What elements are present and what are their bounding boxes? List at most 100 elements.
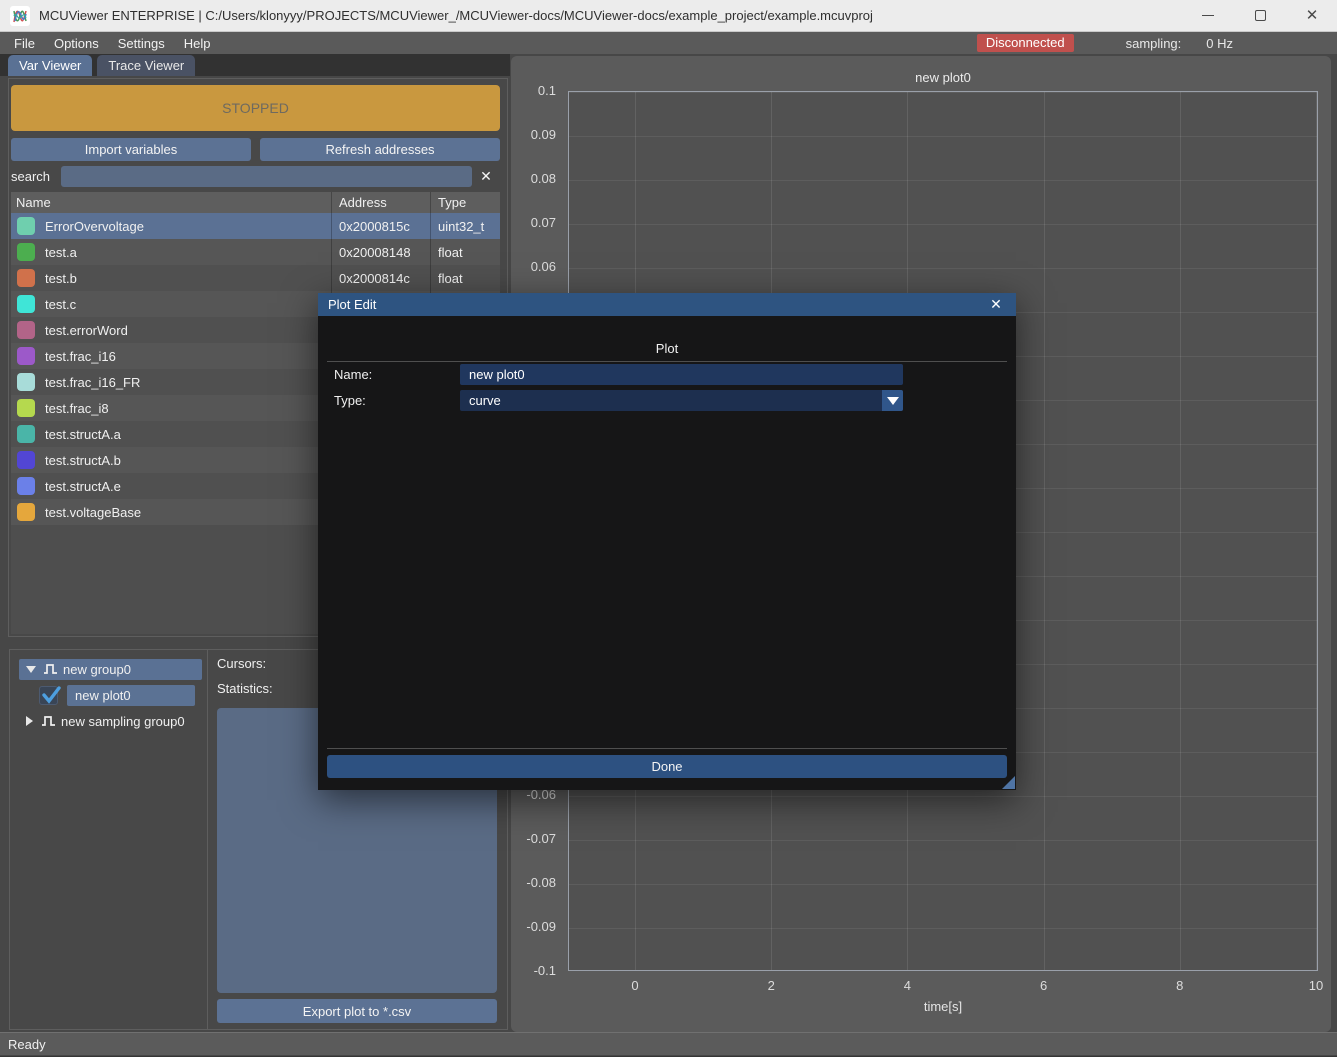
- plot-type-value: curve: [460, 393, 882, 408]
- variable-color-swatch[interactable]: [17, 243, 35, 261]
- import-variables-button[interactable]: Import variables: [11, 138, 251, 161]
- close-icon: ✕: [1306, 8, 1319, 23]
- pulse-wave-icon: [41, 714, 57, 728]
- plot-visible-checkbox[interactable]: [39, 686, 58, 705]
- app-window: MCUViewer ENTERPRISE | C:/Users/klonyyy/…: [0, 0, 1337, 1057]
- search-label: search: [11, 169, 50, 184]
- plot-name-input[interactable]: [460, 364, 903, 385]
- variable-color-swatch[interactable]: [17, 399, 35, 417]
- variable-color-swatch[interactable]: [17, 217, 35, 235]
- variable-name: test.errorWord: [45, 323, 128, 338]
- pulse-wave-icon: [43, 662, 59, 676]
- table-header: Name Address Type: [11, 192, 500, 213]
- minimize-button[interactable]: [1197, 5, 1219, 27]
- variable-name: test.voltageBase: [45, 505, 141, 520]
- window-titlebar: MCUViewer ENTERPRISE | C:/Users/klonyyy/…: [0, 0, 1337, 32]
- statistics-label: Statistics:: [217, 681, 273, 696]
- variable-name-cell: test.frac_i16: [11, 343, 331, 369]
- menu-item[interactable]: Options: [54, 36, 99, 51]
- variable-color-swatch[interactable]: [17, 477, 35, 495]
- tree-sampling-group-row[interactable]: new sampling group0: [26, 710, 185, 732]
- variable-name-cell: ErrorOvervoltage: [11, 213, 331, 239]
- search-input[interactable]: [61, 166, 472, 187]
- x-tick-label: 6: [1024, 978, 1064, 993]
- maximize-button[interactable]: [1249, 5, 1271, 27]
- tab[interactable]: Var Viewer: [8, 55, 92, 76]
- y-tick-label: 0.06: [505, 259, 556, 275]
- variable-color-swatch[interactable]: [17, 503, 35, 521]
- type-label: Type:: [334, 393, 366, 408]
- variable-name-cell: test.frac_i8: [11, 395, 331, 421]
- variable-color-swatch[interactable]: [17, 269, 35, 287]
- variable-name-cell: test.structA.b: [11, 447, 331, 473]
- app-logo-icon: [10, 6, 30, 26]
- y-tick-label: 0.07: [505, 215, 556, 231]
- search-row: search ✕: [11, 166, 500, 187]
- check-icon: [39, 683, 63, 707]
- table-row[interactable]: ErrorOvervoltage 0x2000815c uint32_t: [11, 213, 500, 239]
- variable-color-swatch[interactable]: [17, 425, 35, 443]
- done-button[interactable]: Done: [327, 755, 1007, 778]
- variable-name: test.c: [45, 297, 76, 312]
- variable-type-cell: uint32_t: [430, 213, 500, 239]
- menu-status-area: Disconnected sampling: 0 Hz: [977, 32, 1233, 54]
- variable-name: test.structA.e: [45, 479, 121, 494]
- menu-item[interactable]: File: [14, 36, 35, 51]
- menu-item[interactable]: Help: [184, 36, 211, 51]
- variable-name: test.a: [45, 245, 77, 260]
- sampling-value: 0 Hz: [1206, 36, 1233, 51]
- expand-triangle-icon[interactable]: [26, 666, 36, 673]
- menu-item[interactable]: Settings: [118, 36, 165, 51]
- y-tick-label: -0.09: [505, 919, 556, 935]
- variable-name-cell: test.c: [11, 291, 331, 317]
- variable-color-swatch[interactable]: [17, 321, 35, 339]
- column-header-name[interactable]: Name: [11, 192, 331, 213]
- table-row[interactable]: test.b 0x2000814c float: [11, 265, 500, 291]
- variable-address-cell: 0x2000814c: [331, 265, 430, 291]
- menu-items: File Options Settings Help: [0, 36, 211, 51]
- y-tick-label: 0.1: [505, 83, 556, 99]
- variable-name: test.b: [45, 271, 77, 286]
- close-button[interactable]: ✕: [1301, 5, 1323, 27]
- x-tick-label: 2: [751, 978, 791, 993]
- plot-edit-dialog: Plot Edit ✕ Plot Name: Type: curve Done: [318, 293, 1016, 790]
- variable-color-swatch[interactable]: [17, 347, 35, 365]
- export-csv-button[interactable]: Export plot to *.csv: [217, 999, 497, 1023]
- tab[interactable]: Trace Viewer: [97, 55, 195, 76]
- variable-name: test.structA.a: [45, 427, 121, 442]
- variable-color-swatch[interactable]: [17, 295, 35, 313]
- variable-name-cell: test.b: [11, 265, 331, 291]
- sampling-group-label: new sampling group0: [61, 714, 185, 729]
- chevron-down-icon: [887, 397, 899, 405]
- resize-grip[interactable]: [1002, 776, 1015, 789]
- variable-color-swatch[interactable]: [17, 373, 35, 391]
- tree-plot-row[interactable]: new plot0: [39, 684, 195, 706]
- variable-name-cell: test.a: [11, 239, 331, 265]
- menu-bar: File Options Settings Help Disconnected sam…: [0, 32, 1337, 54]
- column-header-type[interactable]: Type: [430, 192, 500, 213]
- name-label: Name:: [334, 367, 372, 382]
- group-label: new group0: [63, 662, 131, 677]
- sampling-label: sampling:: [1126, 36, 1182, 51]
- dialog-close-icon[interactable]: ✕: [986, 296, 1006, 313]
- tree-group-row[interactable]: new group0: [19, 658, 202, 680]
- refresh-addresses-button[interactable]: Refresh addresses: [260, 138, 500, 161]
- search-clear-icon[interactable]: ✕: [472, 168, 500, 185]
- variable-address-cell: 0x2000815c: [331, 213, 430, 239]
- collapse-triangle-icon[interactable]: [26, 716, 33, 726]
- table-row[interactable]: test.a 0x20008148 float: [11, 239, 500, 265]
- plot-label[interactable]: new plot0: [67, 685, 195, 706]
- x-tick-label: 0: [615, 978, 655, 993]
- variable-name-cell: test.voltageBase: [11, 499, 331, 525]
- acquisition-state-button[interactable]: STOPPED: [11, 85, 500, 131]
- dropdown-button[interactable]: [882, 390, 903, 411]
- x-axis: 0246810: [568, 978, 1318, 996]
- plot-type-dropdown[interactable]: curve: [460, 390, 903, 411]
- variable-name: ErrorOvervoltage: [45, 219, 144, 234]
- dialog-body: Plot Name: Type: curve Done: [318, 316, 1016, 790]
- column-header-address[interactable]: Address: [331, 192, 430, 213]
- x-tick-label: 8: [1160, 978, 1200, 993]
- variable-color-swatch[interactable]: [17, 451, 35, 469]
- status-text: Ready: [8, 1037, 46, 1052]
- variable-name-cell: test.errorWord: [11, 317, 331, 343]
